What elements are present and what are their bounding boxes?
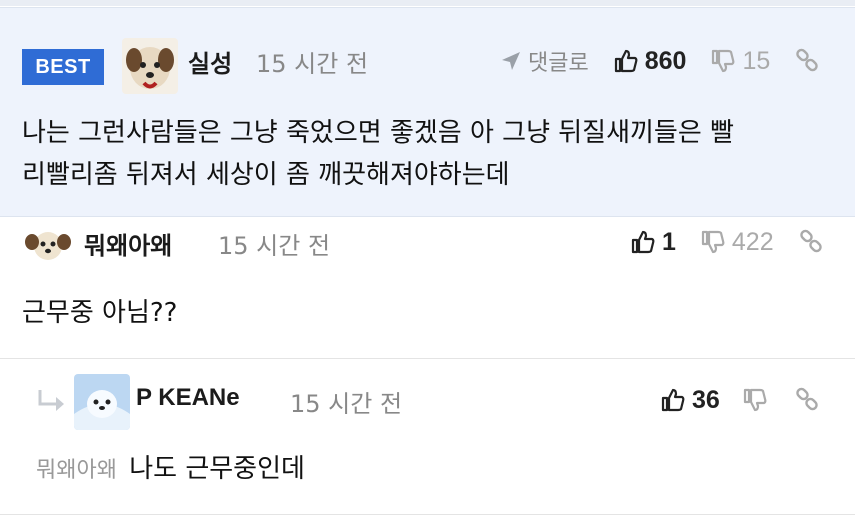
nickname[interactable]: 실성	[188, 44, 232, 79]
comment-text: 나는 그런사람들은 그냥 죽었으면 좋겠음 아 그냥 뒤질새끼들은 빨 리빨리좀…	[22, 112, 842, 196]
thumbs-down-icon	[712, 49, 735, 73]
divider	[0, 358, 855, 359]
like-button[interactable]: 1	[630, 228, 676, 257]
like-button[interactable]: 860	[613, 46, 687, 76]
comment-actions: 1 422	[630, 222, 824, 262]
like-count: 36	[692, 385, 720, 414]
avatar[interactable]	[74, 374, 130, 430]
reply-text: 나도 근무중인데	[129, 454, 305, 484]
best-badge: BEST	[22, 49, 104, 85]
comment-text-line: 리빨리좀 뒤져서 세상이 좀 깨끗해져야하는데	[22, 160, 510, 190]
nickname[interactable]: P KEANe	[136, 384, 240, 412]
share-link-icon	[799, 229, 822, 253]
like-button[interactable]: 36	[660, 386, 720, 415]
thumbs-up-icon	[614, 49, 638, 73]
share-button[interactable]	[794, 48, 820, 74]
comment-text: 근무중 아님??	[22, 298, 178, 328]
share-link-icon	[796, 48, 819, 72]
dislike-count: 15	[742, 46, 771, 75]
reply-arrow-icon	[502, 52, 520, 70]
reply-button[interactable]: 댓글로	[500, 45, 589, 77]
divider	[0, 514, 855, 515]
comment-text-line: 나는 그런사람들은 그냥 죽었으면 좋겠음 아 그냥 뒤질새끼들은 빨	[22, 118, 734, 148]
share-button[interactable]	[798, 229, 824, 255]
reply-indent-icon	[38, 390, 64, 411]
mention[interactable]: 뭐왜아왜	[36, 458, 117, 483]
like-count: 1	[662, 227, 676, 256]
dislike-count: 422	[731, 227, 774, 256]
comment-actions: 댓글로 860 15	[500, 41, 820, 81]
nickname[interactable]: 뭐왜아왜	[84, 226, 172, 261]
like-count: 860	[644, 46, 687, 75]
best-comment: BEST 실성 15 시간 전 댓글로 860 15 나는 그런사람들은 그냥 …	[0, 7, 855, 217]
timestamp: 15 시간 전	[256, 50, 369, 78]
top-strip	[0, 0, 855, 6]
avatar[interactable]	[22, 224, 74, 264]
dislike-button[interactable]: 15	[710, 47, 770, 76]
thumbs-down-icon	[701, 230, 725, 254]
thumbs-up-icon	[661, 388, 685, 412]
thumbs-down-icon	[743, 388, 767, 412]
comment-text: 뭐왜아왜 나도 근무중인데	[36, 448, 305, 492]
avatar[interactable]	[122, 38, 178, 94]
timestamp: 15 시간 전	[218, 232, 331, 260]
reply-label: 댓글로	[528, 51, 589, 76]
share-button[interactable]	[794, 387, 820, 413]
share-link-icon	[796, 387, 818, 411]
comment-actions: 36	[660, 380, 820, 420]
dislike-button[interactable]	[742, 387, 768, 413]
timestamp: 15 시간 전	[290, 390, 403, 418]
thumbs-up-icon	[631, 230, 655, 254]
dislike-button[interactable]: 422	[700, 228, 774, 257]
